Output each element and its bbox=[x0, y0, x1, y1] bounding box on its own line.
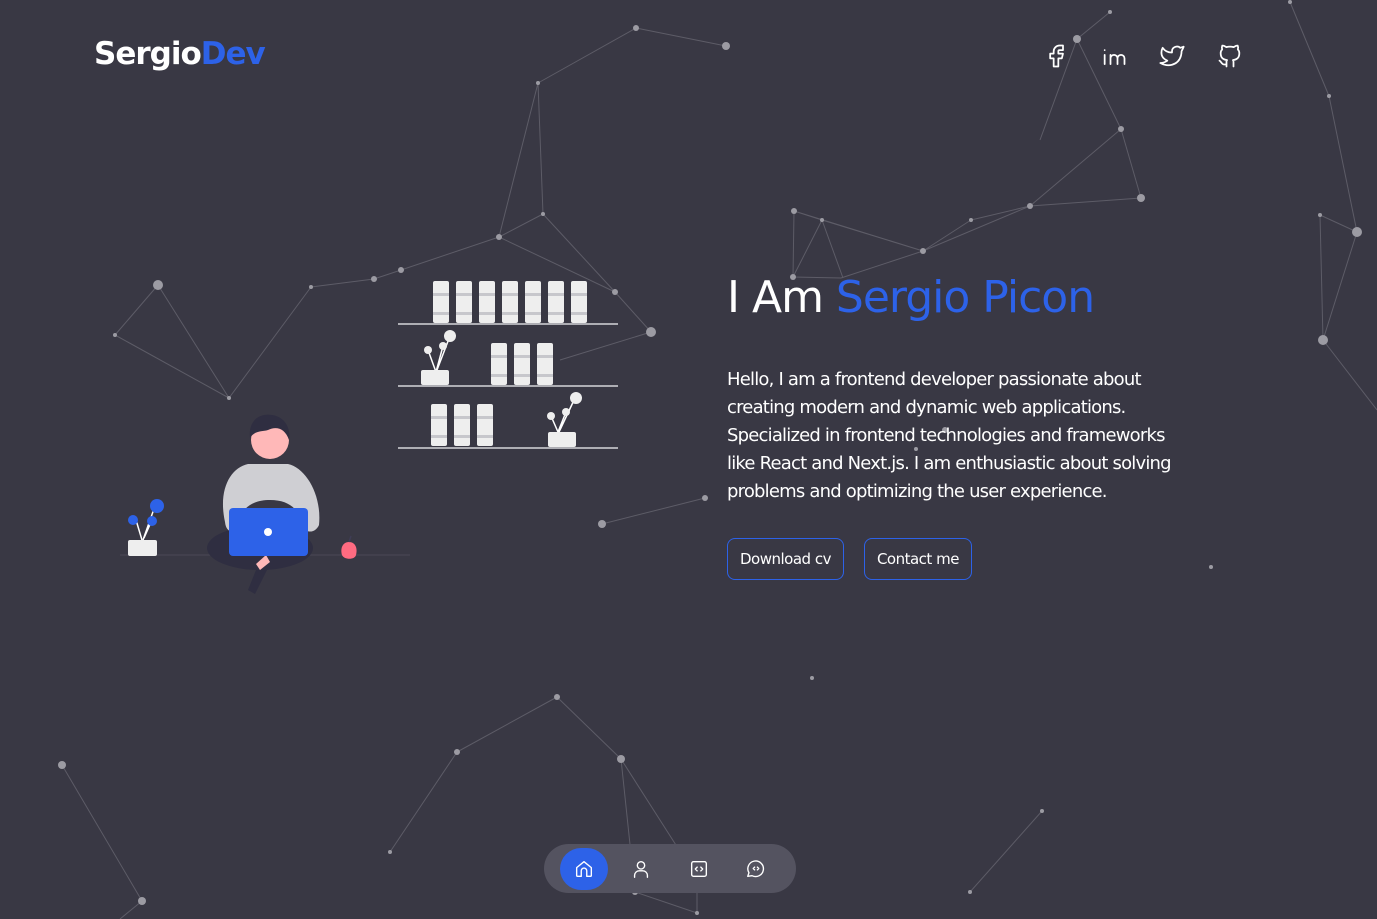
linkedin-link[interactable] bbox=[1096, 38, 1132, 74]
linkedin-icon bbox=[1103, 49, 1126, 66]
twitter-link[interactable] bbox=[1154, 38, 1190, 74]
github-icon bbox=[1218, 44, 1241, 68]
github-link[interactable] bbox=[1212, 38, 1248, 74]
facebook-icon bbox=[1049, 44, 1064, 68]
hero-title-name: Sergio Picon bbox=[835, 272, 1095, 323]
social-links bbox=[1038, 38, 1248, 74]
download-cv-button[interactable]: Download cv bbox=[727, 538, 844, 580]
bottom-nav bbox=[544, 844, 796, 893]
nav-item-home[interactable] bbox=[560, 847, 608, 890]
logo-accent-text: Dev bbox=[200, 36, 266, 72]
home-icon bbox=[575, 860, 593, 877]
developer-illustration bbox=[120, 281, 618, 594]
nav-item-contact[interactable] bbox=[732, 848, 780, 890]
logo-main-text: Sergio bbox=[94, 36, 202, 72]
nav-item-about[interactable] bbox=[617, 848, 665, 890]
nav-item-projects[interactable] bbox=[675, 848, 723, 890]
hero-section: I Am Sergio Picon Hello, I am a frontend… bbox=[727, 270, 1197, 580]
facebook-link[interactable] bbox=[1038, 38, 1074, 74]
hero-title-prefix: I Am bbox=[727, 272, 836, 323]
contact-me-button[interactable]: Contact me bbox=[863, 538, 972, 580]
chat-icon bbox=[747, 859, 765, 877]
code-icon bbox=[690, 860, 707, 877]
logo[interactable]: SergioDev bbox=[94, 36, 266, 72]
twitter-icon bbox=[1159, 45, 1185, 67]
hero-description: Hello, I am a frontend developer passion… bbox=[727, 369, 1172, 502]
hero-buttons: Download cv Contact me bbox=[727, 538, 1197, 580]
user-icon bbox=[634, 860, 649, 878]
hero-title: I Am Sergio Picon bbox=[727, 270, 1197, 326]
